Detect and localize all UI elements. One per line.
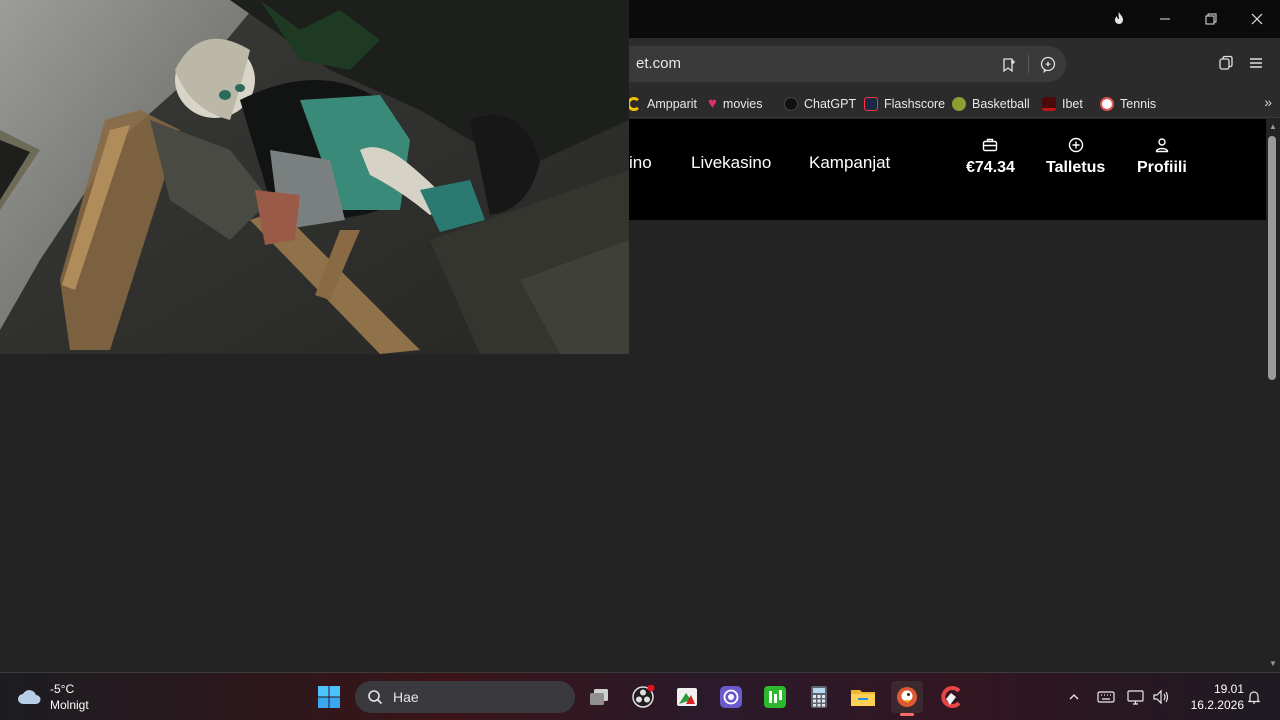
windows-taskbar: -5°C Molnigt Hae 19.01 16.2.2026	[0, 672, 1280, 720]
clock-date: 16.2.2026	[1190, 698, 1244, 712]
photo-app-icon[interactable]	[671, 681, 703, 713]
bookmark-label: Ibet	[1062, 97, 1083, 111]
chatgpt-icon	[784, 97, 798, 111]
wallet-icon	[983, 138, 998, 152]
bookmark-label: movies	[722, 97, 763, 111]
bookmark-flashscore[interactable]: Flashscore	[864, 94, 945, 114]
balance-button[interactable]: €74.34	[966, 137, 1015, 177]
ccleaner-icon[interactable]	[935, 681, 967, 713]
deposit-label: Talletus	[1046, 159, 1106, 176]
taskbar-search[interactable]: Hae	[355, 681, 575, 713]
active-app-indicator	[900, 713, 914, 716]
bookmark-label: Basketball	[972, 97, 1030, 111]
webcam-image	[0, 0, 629, 354]
url-field[interactable]: et.com	[600, 46, 1066, 82]
chevron-up-icon[interactable]	[1064, 681, 1084, 713]
search-placeholder: Hae	[393, 689, 419, 705]
green-bars-app-icon[interactable]	[759, 681, 791, 713]
bookmark-basketball[interactable]: Basketball	[952, 94, 1030, 114]
network-icon[interactable]	[1126, 681, 1146, 713]
windows-start-icon[interactable]	[313, 681, 345, 713]
url-divider	[1028, 55, 1029, 73]
deposit-button[interactable]: Talletus	[1046, 137, 1105, 177]
clock-time: 19.01	[1213, 682, 1244, 696]
close-button[interactable]	[1234, 0, 1280, 38]
chevron-double-right-icon[interactable]: »	[1264, 94, 1272, 110]
weather-widget[interactable]: -5°C Molnigt	[16, 681, 89, 713]
bookmark-label: ChatGPT	[804, 97, 857, 111]
basketball-icon	[952, 97, 966, 111]
file-explorer-icon[interactable]	[847, 681, 879, 713]
ibet-icon	[1042, 97, 1056, 111]
clock[interactable]: 19.01 16.2.2026	[1180, 681, 1244, 713]
scrollbar-thumb[interactable]	[1268, 136, 1276, 380]
bookmark-label: Ampparit	[647, 97, 698, 111]
minimize-button[interactable]	[1142, 0, 1188, 38]
balance-amount: €74.34	[966, 159, 1015, 176]
flame-icon[interactable]	[1096, 0, 1142, 38]
calculator-icon[interactable]	[803, 681, 835, 713]
duckduckgo-browser-icon[interactable]	[891, 681, 923, 716]
screen-recorder-icon[interactable]	[715, 681, 747, 713]
keyboard-icon[interactable]	[1096, 681, 1116, 713]
tennis-icon	[1100, 97, 1114, 111]
nav-link-kasino[interactable]: ino	[629, 153, 652, 173]
bookmark-ibet[interactable]: Ibet	[1042, 94, 1083, 114]
url-text: et.com	[636, 55, 682, 72]
notification-bell-icon[interactable]	[1244, 681, 1264, 713]
task-view-icon[interactable]	[583, 681, 615, 713]
user-icon	[1155, 138, 1169, 153]
profile-button[interactable]: Profiili	[1137, 137, 1187, 177]
webcam-overlay	[0, 0, 629, 354]
volume-icon[interactable]	[1151, 681, 1171, 713]
restore-button[interactable]	[1188, 0, 1234, 38]
cloud-icon	[18, 690, 41, 704]
scroll-down-arrow[interactable]: ▼	[1267, 658, 1279, 670]
bookmark-label: Tennis	[1120, 97, 1157, 111]
profile-label: Profiili	[1137, 159, 1187, 176]
nav-link-kampanjat[interactable]: Kampanjat	[809, 153, 890, 173]
weather-desc: Molnigt	[50, 698, 89, 712]
bookmark-chatgpt[interactable]: ChatGPT	[784, 94, 856, 114]
add-bookmark-icon[interactable]	[998, 54, 1020, 76]
nav-link-livekasino[interactable]: Livekasino	[691, 153, 771, 173]
heart-icon: ♥	[708, 95, 717, 112]
bookmark-tennis[interactable]: Tennis	[1100, 94, 1156, 114]
obs-studio-icon[interactable]	[627, 681, 659, 713]
bookmark-movies[interactable]: ♥ movies	[708, 94, 763, 114]
ampparit-icon	[627, 97, 641, 111]
tabs-icon[interactable]	[1215, 52, 1237, 74]
bookmark-ampparit[interactable]: Ampparit	[627, 94, 697, 114]
ai-chat-icon[interactable]	[1037, 54, 1059, 76]
weather-temp: -5°C	[50, 682, 75, 696]
menu-icon[interactable]	[1245, 52, 1267, 74]
scroll-up-arrow[interactable]: ▲	[1267, 121, 1279, 133]
plus-circle-icon	[1068, 137, 1083, 153]
desktop-screen: et.com Ampparit ♥ movies ChatGPT Flashsc…	[0, 0, 1280, 720]
flashscore-icon	[864, 97, 878, 111]
search-icon	[368, 690, 383, 705]
bookmark-label: Flashscore	[884, 97, 946, 111]
